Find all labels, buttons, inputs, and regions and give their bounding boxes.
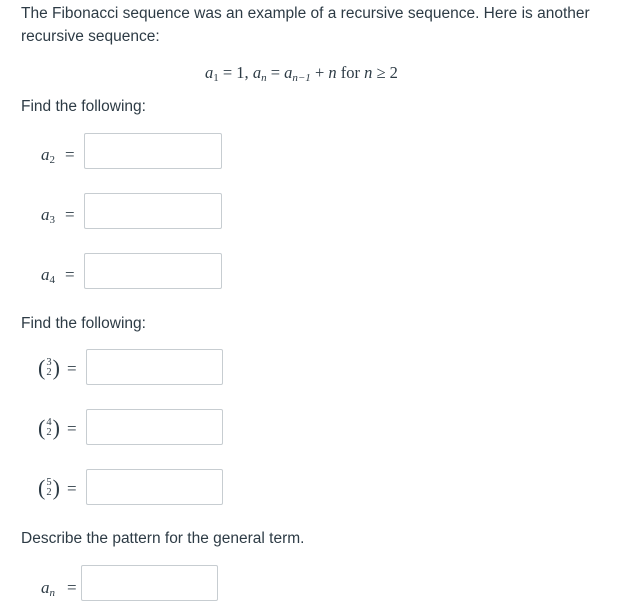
section-heading-find-terms: Find the following: (21, 98, 146, 115)
answer-input-a2[interactable] (84, 133, 222, 169)
binomial-4-choose-2: (4 2) (38, 415, 60, 440)
answer-input-binomial-4-2[interactable] (86, 409, 223, 445)
term-label-a3: a3 (41, 205, 55, 226)
answer-input-a4[interactable] (84, 253, 222, 289)
binomial-3-choose-2: (3 2) (38, 355, 60, 380)
section-heading-find-binomials: Find the following: (21, 315, 146, 332)
equals-sign: = (67, 419, 77, 438)
answer-input-a3[interactable] (84, 193, 222, 229)
answer-input-binomial-5-2[interactable] (86, 469, 223, 505)
equals-sign: = (67, 479, 77, 498)
term-label-a4: a4 (41, 265, 55, 286)
intro-text: The Fibonacci sequence was an example of… (21, 5, 590, 45)
recurrence-formula: a1 = 1, an = an−1 + n for n ≥ 2 (205, 63, 398, 84)
answer-input-general-term[interactable] (81, 565, 218, 601)
equals-sign: = (67, 578, 77, 597)
term-label-a2: a2 (41, 145, 55, 166)
equals-sign: = (67, 359, 77, 378)
section-heading-general-term: Describe the pattern for the general ter… (21, 530, 305, 547)
equals-sign: = (65, 265, 75, 284)
binomial-5-choose-2: (5 2) (38, 475, 60, 500)
answer-input-binomial-3-2[interactable] (86, 349, 223, 385)
equals-sign: = (65, 205, 75, 224)
term-label-an: an (41, 578, 55, 599)
equals-sign: = (65, 145, 75, 164)
